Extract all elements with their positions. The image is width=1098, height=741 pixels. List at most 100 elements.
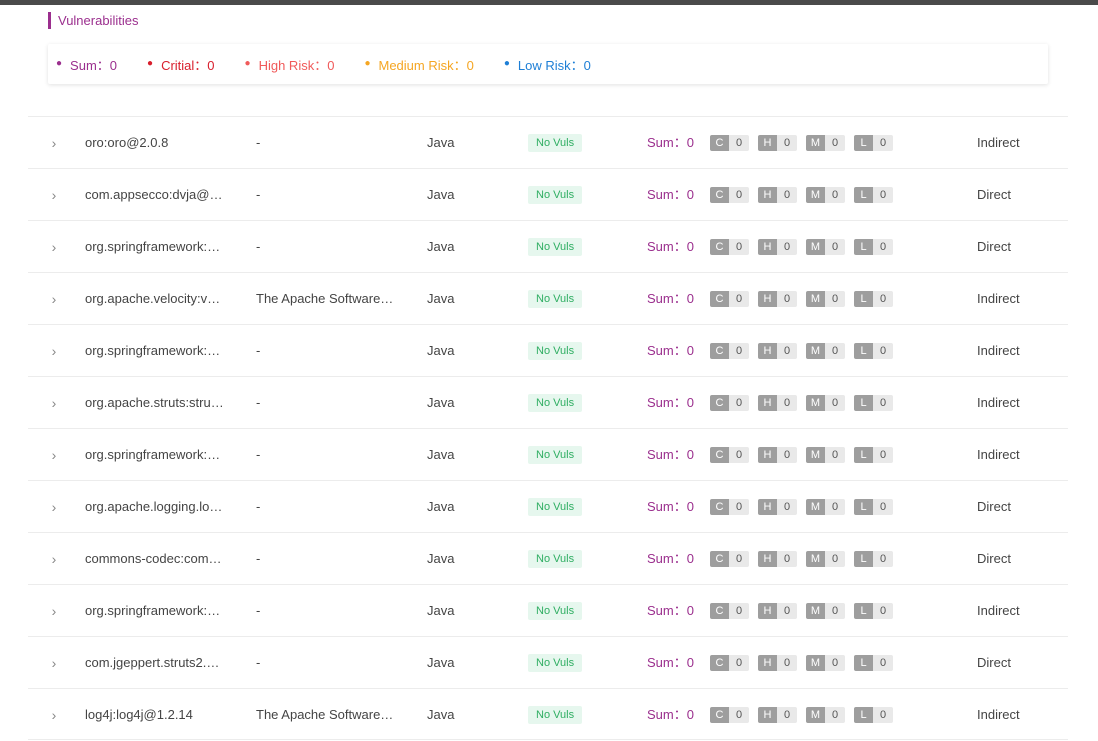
severity-count: 0 — [873, 603, 893, 619]
severity-count: 0 — [729, 187, 749, 203]
severity-count: 0 — [729, 395, 749, 411]
table-row[interactable]: › org.springframework:… - Java No Vuls S… — [28, 220, 1068, 272]
no-vuls-badge: No Vuls — [528, 238, 583, 256]
component-name[interactable]: org.springframework:… — [85, 239, 235, 255]
severity-count: 0 — [873, 135, 893, 151]
severity-key: M — [806, 239, 825, 255]
severity-key: L — [854, 655, 873, 671]
component-name[interactable]: org.apache.velocity:v… — [85, 291, 235, 307]
language: Java — [427, 655, 455, 670]
severity-counts: C 0 H 0 M 0 L 0 — [710, 655, 902, 671]
table-row[interactable]: › org.apache.struts:stru… - Java No Vuls… — [28, 376, 1068, 428]
table-row[interactable]: › commons-codec:com… - Java No Vuls Sum：… — [28, 532, 1068, 584]
severity-badge: M 0 — [806, 135, 845, 151]
severity-key: M — [806, 551, 825, 567]
severity-counts: C 0 H 0 M 0 L 0 — [710, 291, 902, 307]
chevron-right-icon[interactable]: › — [46, 343, 62, 359]
component-name[interactable]: com.appsecco:dvja@… — [85, 187, 235, 203]
severity-count: 0 — [825, 603, 845, 619]
severity-key: H — [758, 239, 777, 255]
severity-count: 0 — [825, 187, 845, 203]
chevron-right-icon[interactable]: › — [46, 551, 62, 567]
vendor-name: - — [256, 395, 261, 410]
component-name[interactable]: org.apache.struts:stru… — [85, 395, 235, 411]
component-name[interactable]: org.springframework:… — [85, 447, 235, 463]
table-row[interactable]: › org.springframework:… - Java No Vuls S… — [28, 324, 1068, 376]
component-name[interactable]: commons-codec:com… — [85, 551, 235, 567]
table-row[interactable]: › com.jgeppert.struts2.… - Java No Vuls … — [28, 636, 1068, 688]
vuln-sum: Sum：0 — [647, 343, 694, 358]
vuln-sum: Sum：0 — [647, 603, 694, 618]
component-name[interactable]: oro:oro@2.0.8 — [85, 135, 235, 151]
table-row[interactable]: › org.apache.velocity:v… The Apache Soft… — [28, 272, 1068, 324]
severity-key: H — [758, 447, 777, 463]
language: Java — [427, 187, 455, 202]
severity-counts: C 0 H 0 M 0 L 0 — [710, 499, 902, 515]
chevron-right-icon[interactable]: › — [46, 603, 62, 619]
dependency-type: Direct — [977, 499, 1011, 514]
no-vuls-badge: No Vuls — [528, 602, 583, 620]
severity-count: 0 — [729, 135, 749, 151]
vendor-name: - — [256, 343, 261, 358]
component-name[interactable]: log4j:log4j@1.2.14 — [85, 707, 235, 723]
severity-count: 0 — [729, 239, 749, 255]
dependency-type: Direct — [977, 187, 1011, 202]
component-name[interactable]: com.jgeppert.struts2.… — [85, 655, 235, 671]
vuln-sum: Sum：0 — [647, 135, 694, 150]
table-row[interactable]: › org.springframework:… - Java No Vuls S… — [28, 428, 1068, 480]
severity-key: H — [758, 395, 777, 411]
severity-count: 0 — [729, 291, 749, 307]
chevron-right-icon[interactable]: › — [46, 187, 62, 203]
table-row[interactable]: › org.apache.logging.lo… - Java No Vuls … — [28, 480, 1068, 532]
severity-key: M — [806, 447, 825, 463]
severity-count: 0 — [777, 447, 797, 463]
table-row[interactable]: › org.springframework:… - Java No Vuls S… — [28, 584, 1068, 636]
table-row[interactable]: › oro:oro@2.0.8 - Java No Vuls Sum：0 C 0… — [28, 116, 1068, 168]
severity-count: 0 — [873, 447, 893, 463]
severity-key: L — [854, 343, 873, 359]
severity-key: C — [710, 187, 729, 203]
vuln-sum: Sum：0 — [647, 395, 694, 410]
severity-counts: C 0 H 0 M 0 L 0 — [710, 447, 902, 463]
dependency-type: Direct — [977, 551, 1011, 566]
vuln-sum: Sum：0 — [647, 551, 694, 566]
chevron-right-icon[interactable]: › — [46, 655, 62, 671]
chevron-right-icon[interactable]: › — [46, 135, 62, 151]
severity-count: 0 — [873, 291, 893, 307]
chevron-right-icon[interactable]: › — [46, 239, 62, 255]
vuln-sum: Sum：0 — [647, 655, 694, 670]
severity-count: 0 — [777, 343, 797, 359]
language: Java — [427, 603, 455, 618]
table-row[interactable]: › com.appsecco:dvja@… - Java No Vuls Sum… — [28, 168, 1068, 220]
chevron-right-icon[interactable]: › — [46, 447, 62, 463]
chevron-right-icon[interactable]: › — [46, 395, 62, 411]
severity-badge: H 0 — [758, 499, 797, 515]
severity-key: M — [806, 187, 825, 203]
component-name[interactable]: org.apache.logging.lo… — [85, 499, 235, 515]
severity-key: H — [758, 655, 777, 671]
severity-key: L — [854, 707, 873, 723]
severity-counts: C 0 H 0 M 0 L 0 — [710, 239, 902, 255]
component-name[interactable]: org.springframework:… — [85, 343, 235, 359]
component-name[interactable]: org.springframework:… — [85, 603, 235, 619]
dependency-type: Indirect — [977, 343, 1020, 358]
severity-badge: C 0 — [710, 551, 749, 567]
severity-key: C — [710, 447, 729, 463]
severity-count: 0 — [777, 395, 797, 411]
status-badge: No Vuls — [528, 602, 583, 620]
severity-badge: C 0 — [710, 187, 749, 203]
severity-key: H — [758, 187, 777, 203]
severity-count: 0 — [873, 707, 893, 723]
chevron-right-icon[interactable]: › — [46, 707, 62, 723]
severity-badge: C 0 — [710, 343, 749, 359]
summary-item: ● Low Risk：0 — [504, 55, 591, 74]
severity-key: M — [806, 395, 825, 411]
table-row[interactable]: › log4j:log4j@1.2.14 The Apache Software… — [28, 688, 1068, 740]
vendor-name: - — [256, 239, 261, 254]
chevron-right-icon[interactable]: › — [46, 499, 62, 515]
language: Java — [427, 551, 455, 566]
summary-item: ● Sum：0 — [56, 55, 117, 74]
chevron-right-icon[interactable]: › — [46, 291, 62, 307]
severity-count: 0 — [825, 343, 845, 359]
severity-key: L — [854, 499, 873, 515]
